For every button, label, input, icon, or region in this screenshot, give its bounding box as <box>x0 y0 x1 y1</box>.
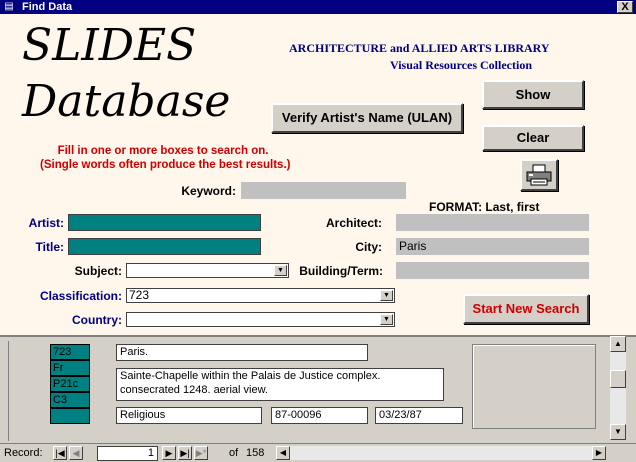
instruction-line-2: (Single words often produce the best res… <box>40 159 291 171</box>
print-button[interactable] <box>520 159 558 191</box>
code-cell[interactable]: P21c <box>50 376 90 392</box>
title-slides: SLIDES <box>22 20 197 71</box>
title-input[interactable] <box>68 238 261 255</box>
record-navigation: Record: |◀ ◀ 1 ▶ ▶| ▶* of 158 ◀ ▶ <box>0 443 636 462</box>
start-new-search-button-label: Start New Search <box>472 301 580 316</box>
country-label: Country: <box>72 313 122 327</box>
scroll-up-icon[interactable]: ▲ <box>610 336 626 352</box>
start-new-search-button[interactable]: Start New Search <box>463 294 589 324</box>
classification-combo[interactable]: 723 ▼ <box>126 288 395 303</box>
record-date[interactable]: 03/23/87 <box>375 407 463 424</box>
architect-input[interactable] <box>396 214 589 231</box>
artist-input[interactable] <box>68 214 261 231</box>
chevron-down-icon[interactable]: ▼ <box>380 314 393 325</box>
verify-artist-button[interactable]: Verify Artist's Name (ULAN) <box>271 103 463 133</box>
city-label: City: <box>355 240 382 254</box>
country-combo[interactable]: ▼ <box>126 312 395 327</box>
record-description[interactable]: Sainte-Chapelle within the Palais de Jus… <box>116 368 444 401</box>
window-title: Find Data <box>22 1 73 13</box>
new-record-icon[interactable]: ▶* <box>194 446 208 460</box>
title-database: Database <box>22 76 231 127</box>
building-term-input[interactable] <box>396 262 589 279</box>
scroll-thumb[interactable] <box>610 370 626 388</box>
keyword-input[interactable] <box>241 182 406 199</box>
record-city[interactable]: Paris. <box>116 344 368 361</box>
vertical-scrollbar[interactable]: ▲ ▼ <box>610 336 626 440</box>
horizontal-scrollbar[interactable]: ◀ ▶ <box>276 446 606 460</box>
scroll-down-icon[interactable]: ▼ <box>610 424 626 440</box>
subject-combo[interactable]: ▼ <box>126 263 289 278</box>
record-number-input[interactable]: 1 <box>97 446 158 461</box>
image-frame <box>472 344 596 429</box>
title-label: Title: <box>35 240 64 254</box>
record-total: 158 <box>246 447 265 459</box>
chevron-down-icon[interactable]: ▼ <box>380 290 393 301</box>
city-input[interactable]: Paris <box>396 238 589 255</box>
record-detail: 723 Fr P21c C3 Paris. Sainte-Chapelle wi… <box>0 335 636 442</box>
classification-label: Classification: <box>39 289 122 303</box>
code-cell[interactable]: 723 <box>50 344 90 360</box>
subject-label: Subject: <box>74 264 122 278</box>
clear-button-label: Clear <box>516 130 550 145</box>
keyword-label: Keyword: <box>181 184 236 198</box>
of-label: of <box>229 447 239 459</box>
last-record-icon[interactable]: ▶| <box>178 446 192 460</box>
next-record-icon[interactable]: ▶ <box>162 446 176 460</box>
title-bar: ▤ Find Data X <box>0 0 636 14</box>
scroll-left-icon[interactable]: ◀ <box>276 446 290 460</box>
classification-value: 723 <box>129 288 150 302</box>
form-icon: ▤ <box>4 1 14 12</box>
close-button[interactable]: X <box>617 1 633 13</box>
prev-record-icon[interactable]: ◀ <box>69 446 83 460</box>
first-record-icon[interactable]: |◀ <box>53 446 67 460</box>
chevron-down-icon[interactable]: ▼ <box>274 265 287 276</box>
artist-label: Artist: <box>28 216 64 230</box>
record-category[interactable]: Religious <box>116 407 262 424</box>
record-selector-divider <box>8 341 9 441</box>
record-id[interactable]: 87-00096 <box>271 407 368 424</box>
code-cell[interactable]: Fr <box>50 360 90 376</box>
code-cell[interactable] <box>50 408 90 424</box>
library-name: ARCHITECTURE and ALLIED ARTS LIBRARY <box>289 41 550 55</box>
verify-artist-button-label: Verify Artist's Name (ULAN) <box>281 110 453 125</box>
clear-button[interactable]: Clear <box>482 125 584 151</box>
instruction-line-1: Fill in one or more boxes to search on. <box>57 145 269 157</box>
code-cell[interactable]: C3 <box>50 392 90 408</box>
show-button-label: Show <box>515 87 551 102</box>
collection-name: Visual Resources Collection <box>390 58 532 72</box>
format-note: FORMAT: Last, first <box>429 200 540 214</box>
printer-icon <box>526 164 552 186</box>
building-term-label: Building/Term: <box>299 264 383 278</box>
record-label: Record: <box>4 447 43 459</box>
architect-label: Architect: <box>325 216 382 230</box>
scroll-right-icon[interactable]: ▶ <box>592 446 606 460</box>
search-form: SLIDES Database ARCHITECTURE and ALLIED … <box>0 14 636 335</box>
show-button[interactable]: Show <box>482 80 584 109</box>
